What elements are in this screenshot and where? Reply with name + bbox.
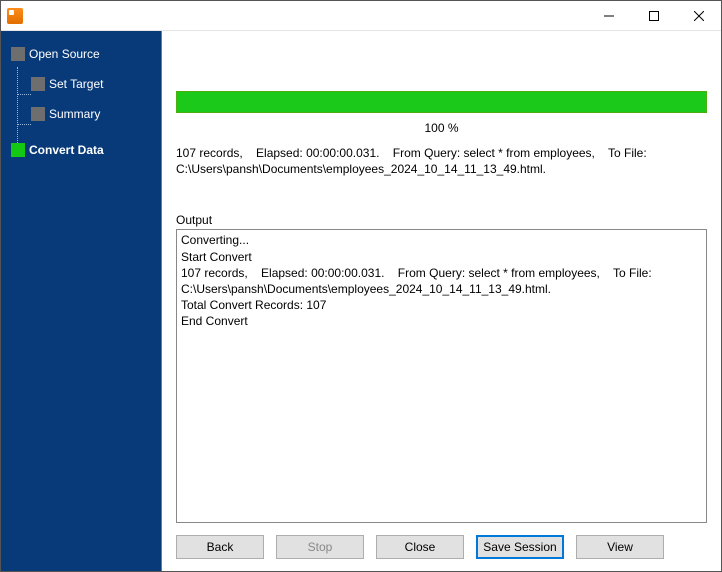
- sidebar-item-label: Open Source: [29, 47, 100, 61]
- sidebar-item-open-source[interactable]: Open Source: [1, 41, 161, 67]
- log-line: Start Convert: [181, 249, 702, 265]
- minimize-button[interactable]: [586, 1, 631, 30]
- sidebar-item-label: Convert Data: [29, 143, 104, 157]
- back-button[interactable]: Back: [176, 535, 264, 559]
- main-panel: 100 % 107 records, Elapsed: 00:00:00.031…: [161, 31, 721, 571]
- sidebar-item-label: Summary: [49, 107, 100, 121]
- title-bar: [1, 1, 721, 31]
- output-label: Output: [176, 213, 707, 227]
- step-indicator-icon: [31, 107, 45, 121]
- close-window-button[interactable]: [676, 1, 721, 30]
- log-line: Converting...: [181, 232, 702, 248]
- sidebar-item-summary[interactable]: Summary: [1, 101, 161, 127]
- progress-bar: [176, 91, 707, 113]
- output-log[interactable]: Converting... Start Convert 107 records,…: [176, 229, 707, 523]
- step-indicator-icon: [11, 47, 25, 61]
- log-line: End Convert: [181, 313, 702, 329]
- step-indicator-icon-active: [11, 143, 25, 157]
- progress-bar-wrap: [176, 91, 707, 113]
- log-line: Total Convert Records: 107: [181, 297, 702, 313]
- app-icon: [7, 8, 23, 24]
- sidebar-item-label: Set Target: [49, 77, 103, 91]
- view-button[interactable]: View: [576, 535, 664, 559]
- maximize-button[interactable]: [631, 1, 676, 30]
- progress-percent-label: 100 %: [176, 117, 707, 145]
- log-line: 107 records, Elapsed: 00:00:00.031. From…: [181, 265, 702, 297]
- step-indicator-icon: [31, 77, 45, 91]
- app-window: Open Source Set Target Summary Convert D…: [0, 0, 722, 572]
- stop-button[interactable]: Stop: [276, 535, 364, 559]
- save-session-button[interactable]: Save Session: [476, 535, 564, 559]
- window-controls: [586, 1, 721, 30]
- sidebar-item-set-target[interactable]: Set Target: [1, 71, 161, 97]
- button-row: Back Stop Close Save Session View: [176, 523, 707, 561]
- wizard-sidebar: Open Source Set Target Summary Convert D…: [1, 31, 161, 571]
- close-button[interactable]: Close: [376, 535, 464, 559]
- summary-text: 107 records, Elapsed: 00:00:00.031. From…: [176, 145, 707, 177]
- sidebar-item-convert-data[interactable]: Convert Data: [1, 137, 161, 163]
